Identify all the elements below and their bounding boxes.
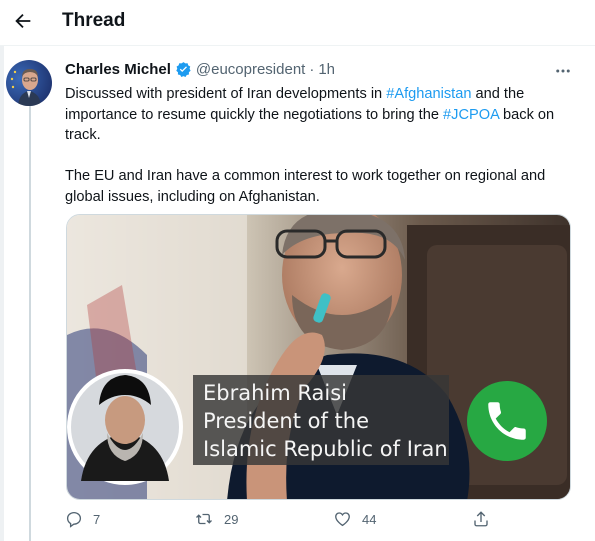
left-border bbox=[0, 46, 4, 541]
tweet-media[interactable]: Ebrahim Raisi President of the Islamic R… bbox=[66, 214, 571, 500]
author-name[interactable]: Charles Michel bbox=[65, 61, 171, 78]
avatar[interactable] bbox=[6, 60, 52, 106]
separator-dot: · bbox=[309, 61, 315, 78]
page-title: Thread bbox=[62, 10, 126, 31]
more-button[interactable] bbox=[550, 58, 576, 84]
caption-title: President of the bbox=[203, 409, 370, 433]
text-segment: Discussed with president of Iran develop… bbox=[65, 86, 387, 102]
retweet-button[interactable]: 29 bbox=[194, 510, 238, 528]
retweet-icon bbox=[196, 513, 212, 525]
arrow-left-icon bbox=[15, 13, 31, 29]
tweet-header: Charles Michel @eucopresident · 1h bbox=[65, 61, 335, 78]
heart-icon bbox=[335, 512, 350, 527]
thread-header: Thread bbox=[0, 0, 595, 46]
share-button[interactable] bbox=[472, 510, 490, 528]
reply-icon bbox=[66, 511, 82, 528]
caption-country: Islamic Republic of Iran bbox=[203, 437, 448, 461]
tweet-paragraph-2: The EU and Iran have a common interest t… bbox=[65, 168, 546, 205]
retweet-count: 29 bbox=[224, 511, 239, 527]
verified-badge-icon bbox=[175, 61, 192, 78]
like-button[interactable]: 44 bbox=[333, 510, 376, 528]
more-horizontal-icon bbox=[556, 69, 570, 73]
reply-button[interactable]: 7 bbox=[65, 510, 100, 528]
tweet-paragraph-1: Discussed with president of Iran develop… bbox=[65, 84, 575, 146]
tweet-time[interactable]: 1h bbox=[318, 61, 335, 78]
tweet-actions: 7 29 44 bbox=[65, 510, 505, 534]
hashtag-jcpoa[interactable]: #JCPOA bbox=[443, 107, 499, 123]
reply-count: 7 bbox=[93, 511, 101, 527]
phone-icon bbox=[488, 402, 526, 440]
thread-connector-line bbox=[29, 106, 31, 541]
hashtag-afghanistan[interactable]: #Afghanistan bbox=[386, 86, 471, 102]
share-icon bbox=[474, 511, 488, 527]
caption-name: Ebrahim Raisi bbox=[203, 381, 347, 405]
like-count: 44 bbox=[362, 511, 377, 527]
author-handle[interactable]: @eucopresident bbox=[196, 61, 305, 78]
tweet-text: Discussed with president of Iran develop… bbox=[65, 84, 575, 207]
back-button[interactable] bbox=[8, 6, 38, 36]
